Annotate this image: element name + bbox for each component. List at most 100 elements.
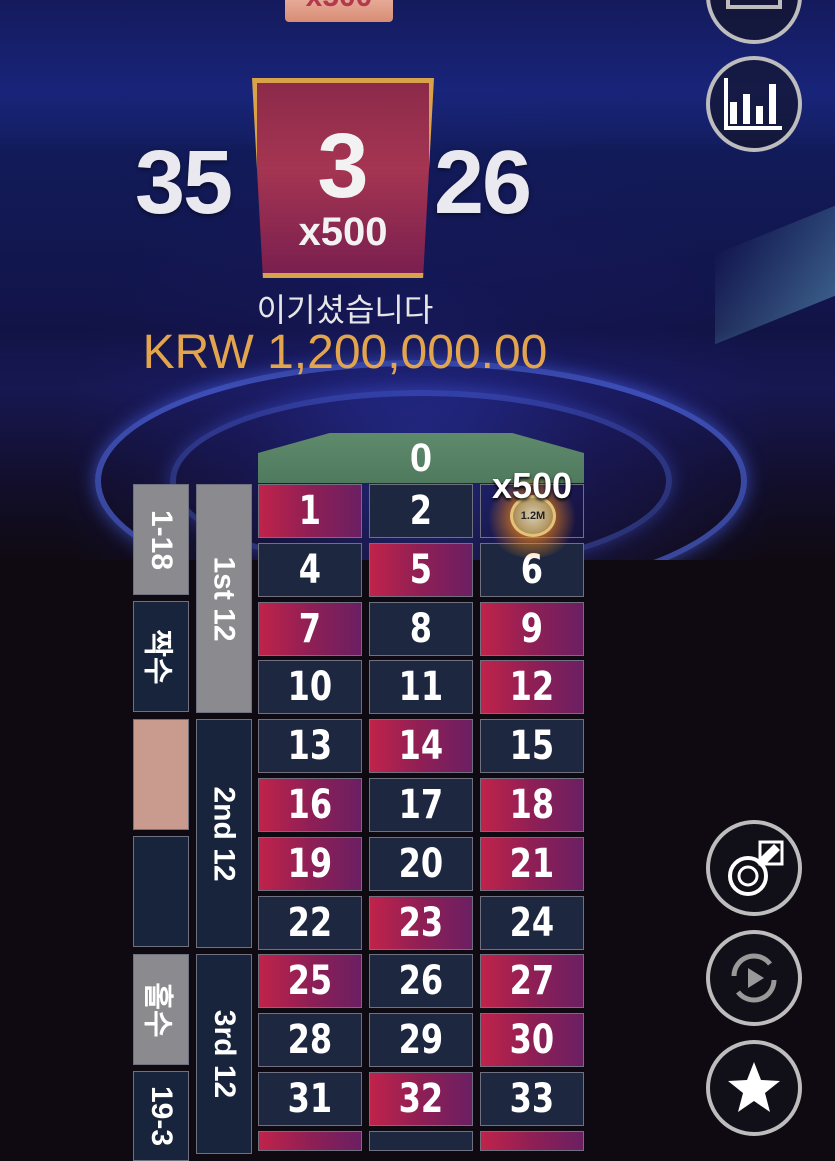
number-cell[interactable]: 18: [480, 778, 584, 832]
number-label: 5: [409, 546, 433, 593]
number-cell[interactable]: 1: [258, 484, 362, 538]
number-cell[interactable]: 7: [258, 601, 362, 656]
number-cell[interactable]: 14: [369, 719, 473, 774]
number-label: 9: [520, 605, 544, 652]
win-amount: KRW 1,200,000.00: [142, 326, 548, 379]
chip-edit-button[interactable]: [706, 820, 802, 916]
dozen-1st-12[interactable]: 1st 12: [196, 484, 252, 713]
top-banner-text: x500: [306, 0, 373, 13]
dozen-3rd-12[interactable]: 3rd 12: [196, 954, 252, 1154]
zero-label: 0: [409, 436, 433, 480]
number-cell[interactable]: 16: [258, 778, 362, 832]
next-number: 26: [434, 133, 532, 233]
number-cell[interactable]: 5: [369, 542, 473, 597]
number-cell[interactable]: 33: [480, 1072, 584, 1126]
bet-black[interactable]: [133, 836, 189, 947]
favorite-bets-button[interactable]: [706, 1040, 802, 1136]
winning-multiplier: x500: [298, 210, 388, 254]
number-label: 26: [398, 958, 444, 1005]
number-label: 27: [509, 958, 555, 1005]
number-cell[interactable]: 25: [258, 954, 362, 1009]
repeat-play-button[interactable]: [706, 930, 802, 1026]
number-label: 23: [398, 899, 444, 946]
number-cell[interactable]: 31: [258, 1072, 362, 1126]
previous-number: 35: [135, 133, 233, 233]
number-cell[interactable]: 30: [480, 1013, 584, 1068]
number-label: 1: [298, 488, 322, 534]
number-label: 17: [398, 782, 444, 828]
number-cell[interactable]: 12: [480, 660, 584, 715]
number-cell[interactable]: 29: [369, 1013, 473, 1068]
bet-odd[interactable]: 홀수: [133, 954, 189, 1065]
number-label: 7: [298, 605, 322, 652]
bet-1-18-label: 1-18: [145, 509, 179, 570]
number-label: 11: [398, 664, 444, 711]
number-cell[interactable]: 10: [258, 660, 362, 715]
number-label: 25: [287, 958, 333, 1005]
lightning-multiplier: x500: [491, 465, 573, 506]
dozen-3rd-label: 3rd 12: [208, 1009, 242, 1099]
number-label: 4: [298, 546, 322, 593]
chip-value: 1.2M: [520, 510, 546, 522]
number-cell[interactable]: 19: [258, 836, 362, 891]
number-cell[interactable]: 15: [480, 719, 584, 774]
number-label: 14: [398, 723, 444, 770]
number-label: 31: [287, 1076, 333, 1122]
number-cell[interactable]: [369, 1130, 473, 1151]
number-cell[interactable]: 21: [480, 836, 584, 891]
number-label: 10: [287, 664, 333, 711]
number-cell[interactable]: 27: [480, 954, 584, 1009]
bar-chart-icon: [724, 78, 782, 130]
number-cell[interactable]: 17: [369, 778, 473, 832]
number-label: 8: [409, 605, 433, 652]
bet-red[interactable]: [133, 719, 189, 830]
number-cell[interactable]: 4: [258, 542, 362, 597]
dozen-1st-label: 1st 12: [208, 555, 242, 642]
number-label: 20: [398, 840, 444, 887]
number-label: 21: [509, 840, 555, 887]
number-label: 22: [287, 899, 333, 946]
bet-odd-label: 홀수: [141, 981, 175, 1038]
bet-19-36-label: 19-3: [145, 1085, 179, 1147]
number-cell[interactable]: [480, 1130, 584, 1151]
number-label: 33: [509, 1076, 555, 1122]
top-banner: x500: [285, 0, 393, 22]
number-cell[interactable]: 24: [480, 895, 584, 950]
number-cell[interactable]: 20: [369, 836, 473, 891]
bet-even-label: 짝수: [141, 628, 175, 685]
statistics-button[interactable]: [706, 56, 802, 152]
dozen-2nd-12[interactable]: 2nd 12: [196, 719, 252, 948]
number-label: 16: [287, 782, 333, 828]
bet-19-36[interactable]: 19-3: [133, 1071, 189, 1161]
number-cell[interactable]: [258, 1130, 362, 1151]
number-label: 19: [287, 840, 333, 887]
star-icon: [728, 1062, 780, 1112]
number-cell[interactable]: 23: [369, 895, 473, 950]
number-label: 24: [509, 899, 555, 946]
number-cell[interactable]: 26: [369, 954, 473, 1009]
number-label: 28: [287, 1017, 333, 1064]
number-cell[interactable]: 2: [369, 484, 473, 538]
number-cell[interactable]: 8: [369, 601, 473, 656]
number-label: 15: [509, 723, 555, 770]
number-label: 30: [509, 1017, 555, 1064]
number-cell[interactable]: 28: [258, 1013, 362, 1068]
number-label: 12: [509, 664, 555, 711]
chip-edit-icon: [728, 840, 784, 896]
number-label: 18: [509, 782, 555, 828]
number-cell[interactable]: 22: [258, 895, 362, 950]
number-label: 13: [287, 723, 333, 770]
dozen-2nd-label: 2nd 12: [208, 785, 242, 882]
table-icon: [726, 0, 782, 9]
number-cell[interactable]: 11: [369, 660, 473, 715]
number-label: 32: [398, 1076, 444, 1122]
bet-even[interactable]: 짝수: [133, 601, 189, 712]
repeat-play-icon: [731, 953, 777, 1003]
number-label: 2: [409, 488, 433, 534]
number-label: 29: [398, 1017, 444, 1064]
winning-number: 3: [317, 115, 369, 217]
number-cell[interactable]: 32: [369, 1072, 473, 1126]
bet-1-18[interactable]: 1-18: [133, 484, 189, 595]
number-cell[interactable]: 9: [480, 601, 584, 656]
number-cell[interactable]: 13: [258, 719, 362, 774]
